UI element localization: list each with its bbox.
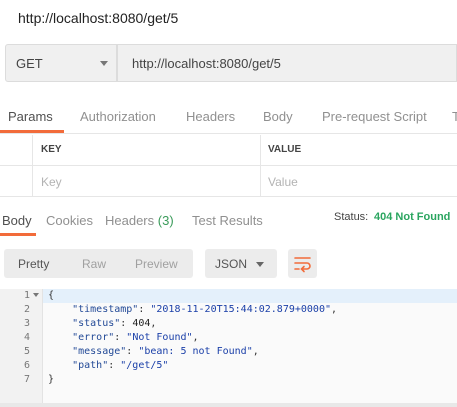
- tab-response-headers-label: Headers: [105, 213, 155, 228]
- tab-cookies[interactable]: Cookies: [46, 213, 93, 228]
- params-table: KEY VALUE Key Value: [0, 135, 457, 197]
- column-header-key: KEY: [41, 144, 62, 155]
- json-punct: ,: [252, 346, 259, 357]
- tab-tests-truncated[interactable]: T: [452, 109, 457, 124]
- code-line: "timestamp": "2018-11-20T15:44:02.879+00…: [72, 304, 338, 315]
- column-header-value: VALUE: [268, 144, 302, 155]
- tab-params[interactable]: Params: [8, 109, 53, 124]
- active-tab-indicator: [0, 130, 64, 133]
- fold-toggle-icon[interactable]: [33, 293, 39, 297]
- active-line-highlight: [0, 289, 457, 303]
- url-input-value: http://localhost:8080/get/5: [132, 56, 281, 71]
- tab-body[interactable]: Body: [263, 109, 293, 124]
- code-line: "error": "Not Found",: [72, 332, 199, 343]
- view-raw-button[interactable]: Raw: [82, 257, 106, 271]
- status-label: Status:: [334, 211, 369, 223]
- code-line: "status": 404,: [72, 318, 157, 329]
- code-line: "path": "/get/5": [72, 360, 169, 371]
- json-value: "Not Found": [126, 332, 193, 343]
- json-brace: }: [48, 374, 55, 385]
- tab-response-headers[interactable]: Headers (3): [105, 213, 174, 228]
- json-value: "bean: 5 not Found": [138, 346, 253, 357]
- url-input[interactable]: http://localhost:8080/get/5: [117, 44, 457, 82]
- tab-response-body[interactable]: Body: [2, 213, 32, 228]
- tab-headers[interactable]: Headers: [186, 109, 235, 124]
- tab-pre-request-script[interactable]: Pre-request Script: [322, 109, 427, 124]
- json-punct: ,: [150, 318, 157, 329]
- json-punct: ,: [331, 304, 338, 315]
- view-preview-button[interactable]: Preview: [135, 257, 178, 271]
- format-select[interactable]: JSON: [205, 249, 277, 278]
- active-response-tab-indicator: [0, 233, 36, 236]
- method-label: GET: [16, 56, 43, 71]
- request-bar: GET http://localhost:8080/get/5: [5, 44, 457, 82]
- line-number: 6: [23, 360, 30, 371]
- json-key: "path": [72, 360, 109, 371]
- tab-authorization[interactable]: Authorization: [80, 109, 156, 124]
- column-divider: [32, 135, 33, 197]
- method-select[interactable]: GET: [5, 44, 117, 82]
- line-number: 5: [23, 346, 30, 357]
- view-mode-toggle: Pretty Raw Preview: [4, 249, 193, 278]
- params-header-row: KEY VALUE: [0, 135, 457, 166]
- tab-test-results[interactable]: Test Results: [192, 213, 263, 228]
- wrap-lines-button[interactable]: [288, 249, 317, 278]
- json-key: "message": [72, 346, 127, 357]
- column-divider: [260, 135, 261, 197]
- view-pretty-button[interactable]: Pretty: [18, 257, 49, 271]
- status-value: 404 Not Found: [374, 211, 451, 223]
- json-value: "/get/5": [120, 360, 169, 371]
- params-empty-row: Key Value: [0, 166, 457, 197]
- json-punct: ,: [192, 332, 199, 343]
- chevron-down-icon: [256, 262, 264, 267]
- line-number: 7: [23, 374, 30, 385]
- horizontal-scrollbar[interactable]: [0, 403, 457, 407]
- json-key: "timestamp": [72, 304, 139, 315]
- chevron-down-icon: [100, 61, 108, 66]
- request-title-url: http://localhost:8080/get/5: [18, 10, 179, 26]
- line-number: 2: [23, 304, 30, 315]
- response-body-editor[interactable]: 1 2 3 4 5 6 7 { "timestamp": "2018-11-20…: [0, 289, 457, 405]
- json-brace: {: [48, 290, 55, 301]
- key-input[interactable]: Key: [41, 175, 62, 189]
- wrap-lines-icon: [294, 257, 311, 273]
- code-line: "message": "bean: 5 not Found",: [72, 346, 259, 357]
- json-value: 404: [132, 318, 151, 329]
- value-input[interactable]: Value: [268, 175, 298, 189]
- headers-count-badge: (3): [157, 213, 174, 228]
- code-line: }: [48, 374, 54, 385]
- code-line: {: [48, 290, 54, 301]
- line-number: 4: [23, 332, 30, 343]
- line-number: 1: [23, 290, 30, 301]
- json-key: "error": [72, 332, 115, 343]
- json-key: "status": [72, 318, 121, 329]
- format-label: JSON: [215, 257, 248, 271]
- request-tabs: Params Authorization Headers Body Pre-re…: [0, 101, 457, 134]
- json-value: "2018-11-20T15:44:02.879+0000": [150, 304, 331, 315]
- line-number: 3: [23, 318, 30, 329]
